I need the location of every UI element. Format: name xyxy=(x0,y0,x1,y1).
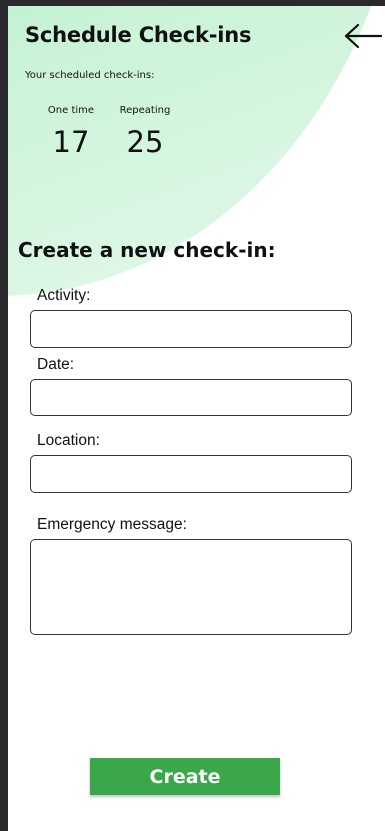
location-input[interactable] xyxy=(30,455,352,493)
create-checkin-heading: Create a new check-in: xyxy=(18,238,276,262)
emergency-message-textarea[interactable] xyxy=(30,539,352,635)
back-arrow-icon[interactable] xyxy=(343,22,383,50)
repeating-count: 25 xyxy=(126,125,164,159)
date-label: Date: xyxy=(37,356,75,373)
app-screen: Schedule Check-ins Your scheduled check-… xyxy=(8,6,385,831)
one-time-count: 17 xyxy=(52,125,90,159)
create-button[interactable]: Create xyxy=(90,758,280,795)
page-title: Schedule Check-ins xyxy=(25,23,252,47)
location-label: Location: xyxy=(37,432,100,449)
activity-input[interactable] xyxy=(30,310,352,348)
activity-label: Activity: xyxy=(37,287,91,304)
date-input[interactable] xyxy=(30,379,352,416)
emergency-message-label: Emergency message: xyxy=(37,516,187,533)
scheduled-subtitle: Your scheduled check-ins: xyxy=(25,70,155,81)
one-time-label: One time xyxy=(47,105,95,116)
repeating-stat: Repeating 25 xyxy=(110,105,180,157)
one-time-stat: One time 17 xyxy=(36,105,106,157)
repeating-label: Repeating xyxy=(119,105,171,116)
